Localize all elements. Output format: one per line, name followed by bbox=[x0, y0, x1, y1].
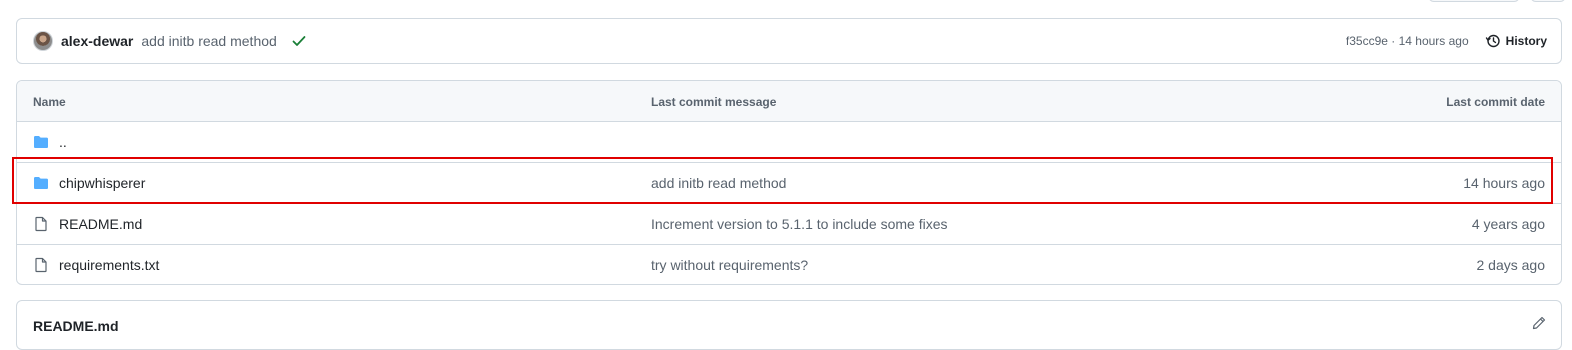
latest-commit-bar: alex-dewar add initb read method f35cc9e… bbox=[16, 18, 1562, 64]
avatar[interactable] bbox=[33, 31, 53, 51]
commit-message[interactable]: Increment version to 5.1.1 to include so… bbox=[651, 216, 947, 232]
commit-hash-time[interactable]: f35cc9e · 14 hours ago bbox=[1346, 34, 1469, 48]
header-last-commit-message: Last commit message bbox=[651, 95, 777, 109]
check-icon[interactable] bbox=[291, 33, 307, 49]
table-row[interactable]: README.md Increment version to 5.1.1 to … bbox=[17, 204, 1561, 245]
history-button[interactable]: History bbox=[1485, 33, 1547, 49]
readme-panel: README.md bbox=[16, 300, 1562, 350]
commit-message-link[interactable]: add initb read method bbox=[141, 33, 276, 49]
file-icon bbox=[35, 216, 47, 232]
file-name-link[interactable]: README.md bbox=[59, 216, 142, 232]
file-name-link[interactable]: .. bbox=[59, 134, 67, 150]
table-header: Name Last commit message Last commit dat… bbox=[17, 81, 1561, 122]
file-icon bbox=[35, 257, 47, 273]
history-label: History bbox=[1505, 34, 1547, 48]
commit-author-link[interactable]: alex-dewar bbox=[61, 33, 133, 49]
commit-date: 14 hours ago bbox=[1463, 175, 1545, 191]
table-row[interactable]: requirements.txt try without requirement… bbox=[17, 245, 1561, 284]
table-row[interactable]: .. bbox=[17, 122, 1561, 163]
history-icon bbox=[1485, 34, 1500, 48]
commit-message[interactable]: add initb read method bbox=[651, 175, 786, 191]
pencil-icon[interactable] bbox=[1531, 315, 1547, 331]
header-last-commit-date: Last commit date bbox=[1446, 95, 1545, 109]
folder-icon bbox=[34, 177, 48, 189]
top-toolbar-more-button-partial[interactable] bbox=[1530, 0, 1566, 2]
table-row[interactable]: chipwhisperer add initb read method 14 h… bbox=[17, 163, 1561, 204]
file-name-link[interactable]: requirements.txt bbox=[59, 257, 159, 273]
header-name: Name bbox=[33, 95, 66, 109]
commit-date: 2 days ago bbox=[1476, 257, 1546, 273]
file-table: Name Last commit message Last commit dat… bbox=[16, 80, 1562, 285]
file-name-link[interactable]: chipwhisperer bbox=[59, 175, 145, 191]
readme-title[interactable]: README.md bbox=[33, 318, 119, 334]
commit-message[interactable]: try without requirements? bbox=[651, 257, 808, 273]
top-toolbar-button-partial[interactable] bbox=[1428, 0, 1520, 2]
folder-icon bbox=[34, 136, 48, 148]
commit-date: 4 years ago bbox=[1471, 216, 1545, 232]
